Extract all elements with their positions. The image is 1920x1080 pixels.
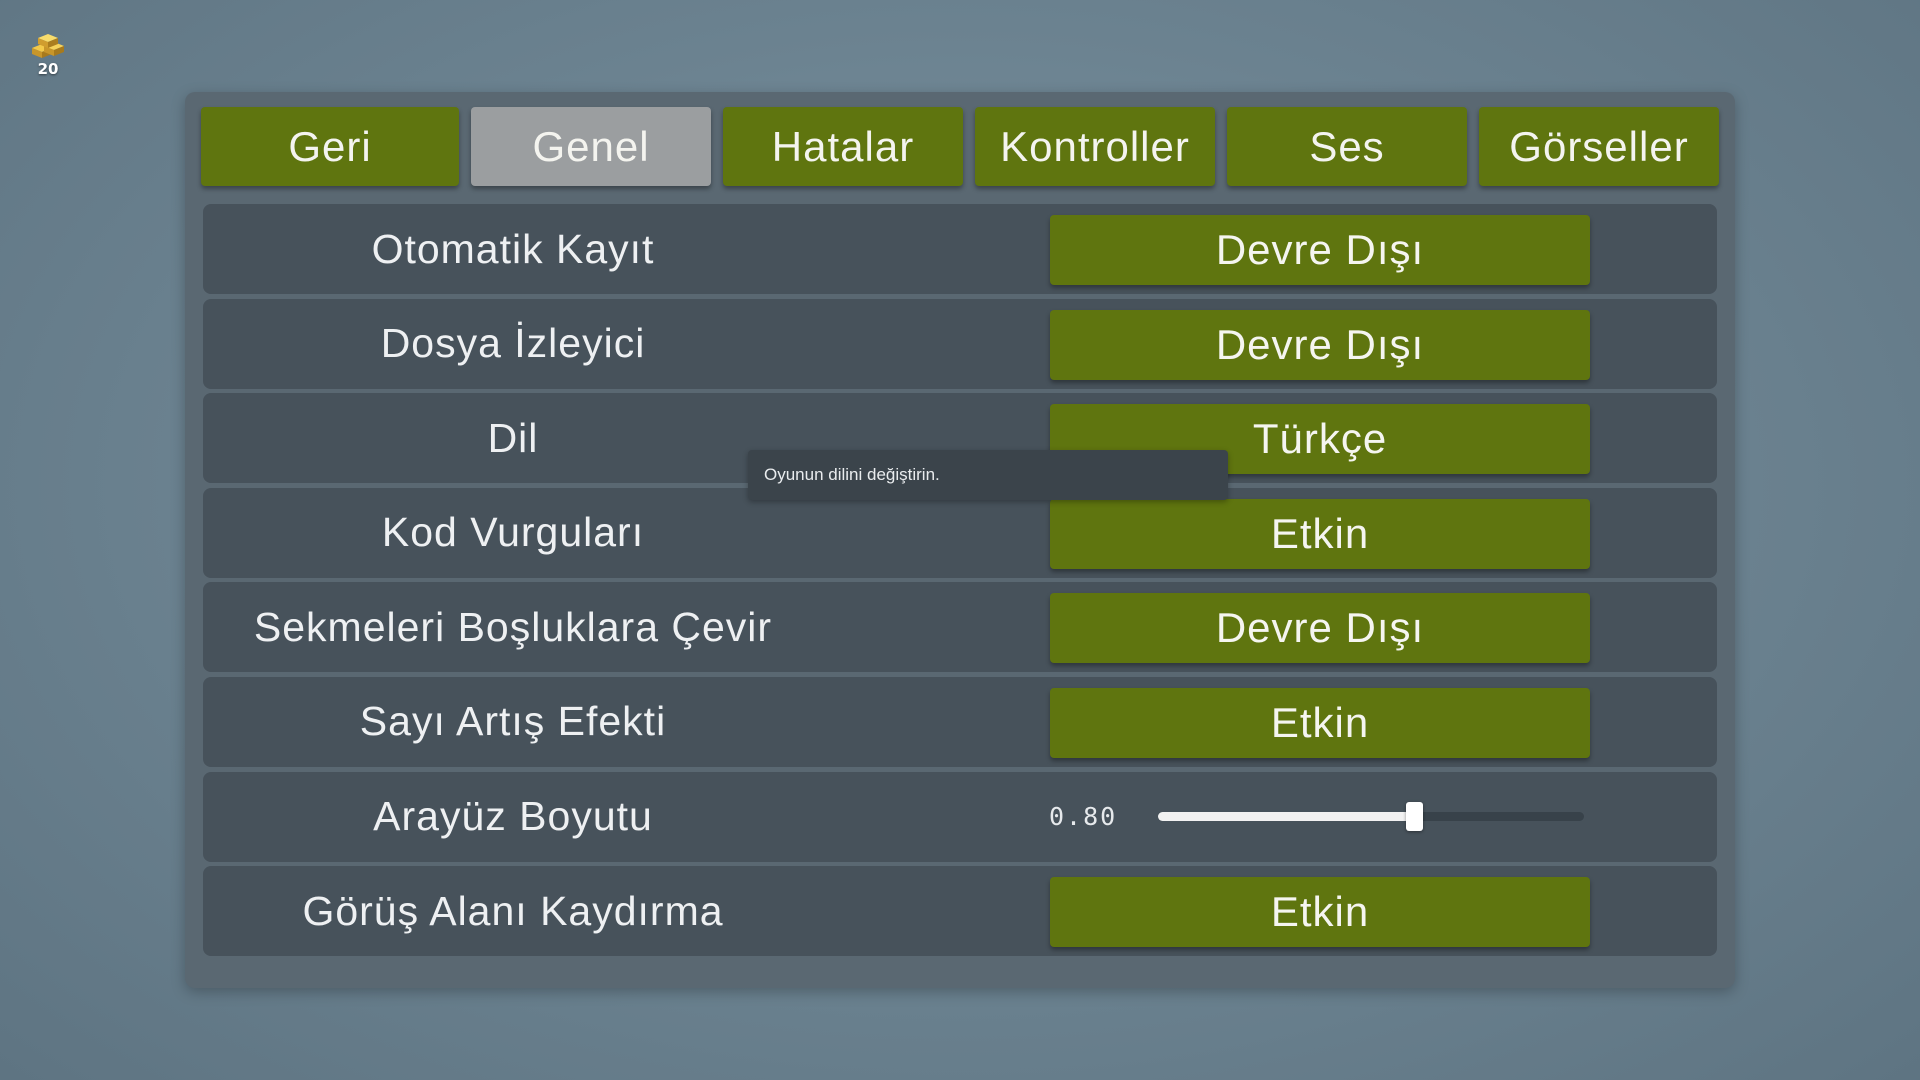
settings-panel: Geri Genel Hatalar Kontroller Ses Görsel… [185, 92, 1735, 988]
setting-label: Arayüz Boyutu [373, 793, 653, 840]
tab-errors[interactable]: Hatalar [723, 107, 963, 186]
gold-bars-icon [32, 34, 64, 58]
slider-thumb[interactable] [1405, 801, 1423, 831]
tab-general[interactable]: Genel [471, 107, 711, 186]
setting-label: Kod Vurguları [381, 509, 645, 556]
settings-tabs: Geri Genel Hatalar Kontroller Ses Görsel… [201, 107, 1719, 186]
setting-label: Sekmeleri Boşluklara Çevir [253, 603, 773, 650]
tab-sound[interactable]: Ses [1227, 107, 1467, 186]
ui-scale-slider[interactable] [1158, 801, 1584, 831]
language-tooltip: Oyunun dilini değiştirin. [748, 450, 1228, 500]
setting-label: Dil [487, 414, 539, 461]
setting-label: Sayı Artış Efekti [359, 698, 667, 745]
setting-row-code-highlights: Kod Vurguları Etkin [203, 487, 1717, 578]
setting-label: Görüş Alanı Kaydırma [302, 887, 724, 934]
tab-back[interactable]: Geri [201, 107, 459, 186]
setting-row-ui-scale: Arayüz Boyutu 0.80 [203, 771, 1717, 862]
tab-controls[interactable]: Kontroller [975, 107, 1215, 186]
setting-row-viewport-scroll: Görüş Alanı Kaydırma Etkin [203, 866, 1717, 957]
tabs-to-spaces-toggle-button[interactable]: Devre Dışı [1050, 593, 1590, 664]
number-effect-toggle-button[interactable]: Etkin [1050, 687, 1590, 758]
viewport-scroll-toggle-button[interactable]: Etkin [1050, 877, 1590, 948]
settings-list: Otomatik Kayıt Devre Dışı Dosya İzleyici… [203, 204, 1717, 961]
ui-scale-value: 0.80 [1049, 802, 1118, 832]
gold-counter: 20 [26, 26, 70, 86]
setting-row-file-watcher: Dosya İzleyici Devre Dışı [203, 298, 1717, 389]
setting-label: Otomatik Kayıt [371, 225, 655, 272]
gold-count: 20 [37, 60, 59, 78]
tab-visuals[interactable]: Görseller [1479, 107, 1719, 186]
setting-row-number-effect: Sayı Artış Efekti Etkin [203, 676, 1717, 767]
code-highlights-toggle-button[interactable]: Etkin [1050, 498, 1590, 569]
setting-label: Dosya İzleyici [380, 320, 646, 367]
file-watcher-toggle-button[interactable]: Devre Dışı [1050, 309, 1590, 380]
slider-fill [1158, 811, 1414, 821]
setting-row-autosave: Otomatik Kayıt Devre Dışı [203, 204, 1717, 294]
autosave-toggle-button[interactable]: Devre Dışı [1050, 215, 1590, 285]
setting-row-tabs-to-spaces: Sekmeleri Boşluklara Çevir Devre Dışı [203, 582, 1717, 673]
